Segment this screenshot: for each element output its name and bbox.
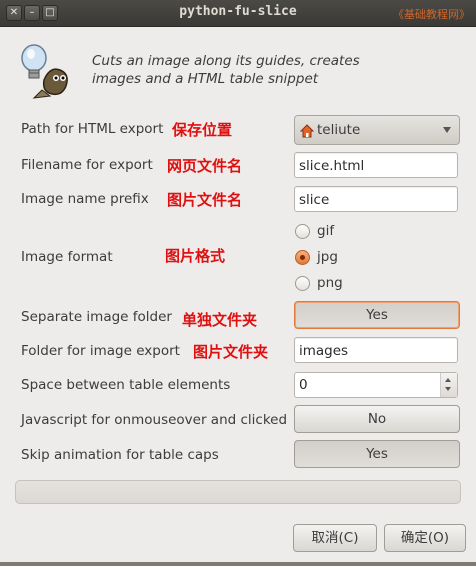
path-annotation: 保存位置: [172, 121, 233, 139]
spin-up-icon[interactable]: [445, 378, 451, 382]
gimp-wilber-bulb-icon: [14, 40, 76, 102]
skip-animation-toggle[interactable]: Yes: [294, 440, 460, 468]
radio-gif-indicator[interactable]: [295, 224, 310, 239]
prefix-annotation: 图片文件名: [167, 191, 243, 209]
cancel-button[interactable]: 取消(C): [293, 524, 377, 552]
separate-folder-label: Separate image folder: [21, 309, 172, 325]
prefix-input[interactable]: slice: [294, 186, 458, 212]
javascript-toggle[interactable]: No: [294, 405, 460, 433]
javascript-label: Javascript for onmouseover and clicked: [21, 412, 288, 428]
ok-button[interactable]: 确定(O): [384, 524, 466, 552]
format-label: Image format: [21, 249, 113, 265]
image-folder-label: Folder for image export: [21, 343, 180, 359]
image-folder-annotation: 图片文件夹: [193, 343, 269, 361]
image-folder-input[interactable]: images: [294, 337, 458, 363]
path-value: teliute: [317, 122, 361, 138]
progress-bar: [15, 480, 461, 504]
format-annotation: 图片格式: [165, 247, 226, 265]
chevron-down-icon: [443, 127, 451, 133]
watermark: 《基础教程网》: [393, 8, 470, 21]
space-label: Space between table elements: [21, 377, 231, 393]
separate-folder-annotation: 单独文件夹: [182, 311, 258, 329]
radio-jpg-label: jpg: [317, 249, 338, 265]
title-bar: ✕ – □ python-fu-slice 《基础教程网》: [0, 0, 476, 27]
skip-animation-label: Skip animation for table caps: [21, 447, 219, 463]
path-label: Path for HTML export: [21, 121, 164, 137]
spin-down-icon[interactable]: [445, 387, 451, 391]
separate-folder-toggle[interactable]: Yes: [294, 301, 460, 329]
prefix-label: Image name prefix: [21, 191, 149, 207]
dialog-description: Cuts an image along its guides, creates …: [92, 53, 360, 87]
filename-annotation: 网页文件名: [167, 157, 243, 175]
window-bottom-border: [0, 562, 476, 566]
filename-input[interactable]: slice.html: [294, 152, 458, 178]
filename-label: Filename for export: [21, 157, 153, 173]
radio-png-label: png: [317, 275, 343, 291]
home-folder-icon: [299, 123, 315, 138]
spinner-arrows[interactable]: [440, 373, 457, 397]
path-folder-select[interactable]: teliute: [294, 115, 460, 145]
radio-png-indicator[interactable]: [295, 276, 310, 291]
space-value: 0: [299, 377, 308, 393]
space-spinner[interactable]: 0: [294, 372, 458, 398]
radio-gif-label: gif: [317, 223, 335, 239]
radio-jpg-indicator[interactable]: [295, 250, 310, 265]
